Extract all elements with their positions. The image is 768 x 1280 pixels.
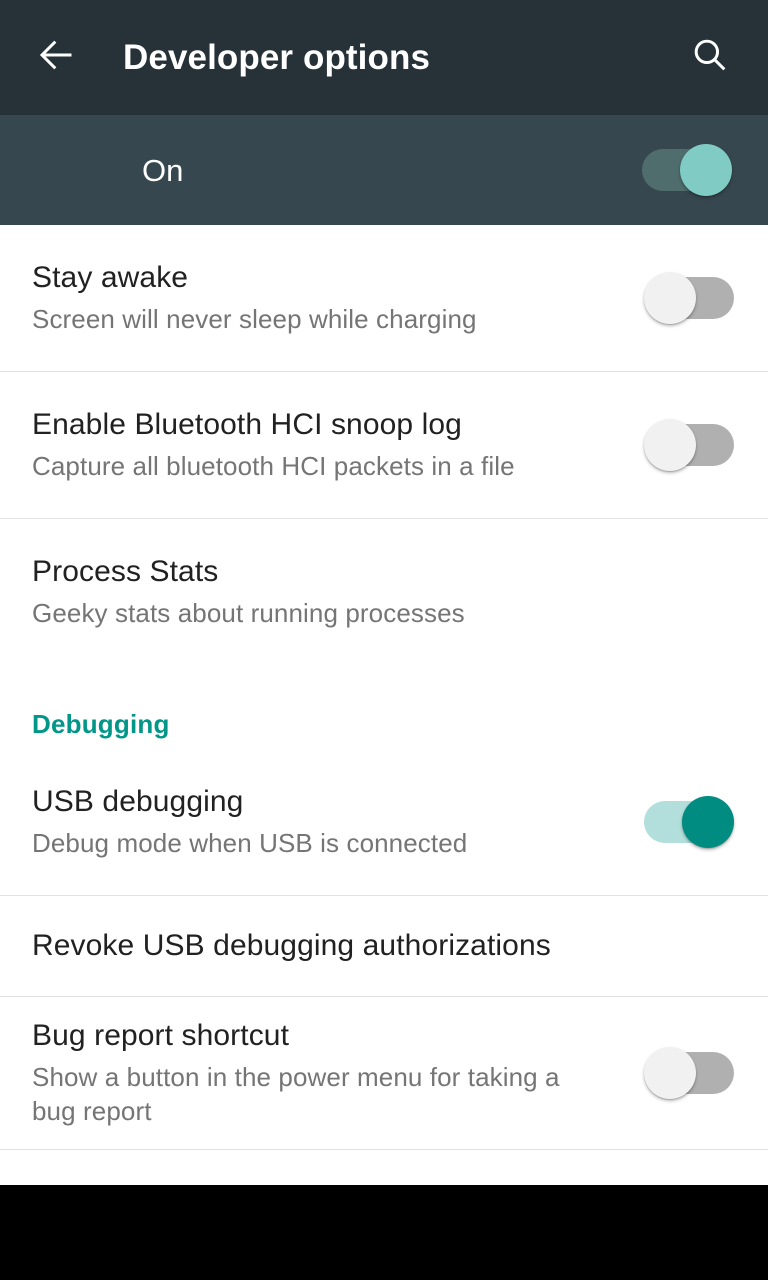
pref-usb-debugging[interactable]: USB debugging Debug mode when USB is con…	[0, 749, 768, 895]
switch-thumb	[644, 419, 696, 471]
pref-text: Stay awake Screen will never sleep while…	[32, 260, 622, 336]
pref-title: Stay awake	[32, 261, 189, 294]
master-switch-label: On	[142, 152, 184, 188]
pref-text: Enable Bluetooth HCI snoop log Capture a…	[32, 407, 622, 483]
back-button[interactable]	[21, 23, 91, 93]
pref-widget[interactable]	[622, 1047, 734, 1099]
pref-widget[interactable]	[622, 419, 734, 471]
pref-process-stats[interactable]: Process Stats Geeky stats about running …	[0, 519, 768, 665]
pref-text: Revoke USB debugging authorizations	[32, 928, 734, 964]
master-switch-toggle[interactable]	[642, 144, 732, 196]
search-button[interactable]	[674, 22, 746, 94]
pref-stay-awake[interactable]: Stay awake Screen will never sleep while…	[0, 225, 768, 371]
switch-thumb	[682, 796, 734, 848]
pref-title: Process Stats	[32, 555, 219, 588]
switch-off[interactable]	[644, 272, 734, 324]
pref-summary: Capture all bluetooth HCI packets in a f…	[32, 451, 515, 481]
section-header-label: Debugging	[32, 709, 170, 739]
system-navigation-bar	[0, 1185, 768, 1280]
preference-list: Stay awake Screen will never sleep while…	[0, 225, 768, 1150]
switch-on[interactable]	[644, 796, 734, 848]
pref-bug-report-shortcut[interactable]: Bug report shortcut Show a button in the…	[0, 997, 768, 1149]
pref-text: Bug report shortcut Show a button in the…	[32, 1018, 622, 1128]
switch-thumb	[644, 1047, 696, 1099]
pref-title: USB debugging	[32, 785, 244, 818]
search-icon	[689, 34, 731, 81]
pref-summary: Show a button in the power menu for taki…	[32, 1062, 560, 1126]
pref-revoke-usb-debugging-authorizations[interactable]: Revoke USB debugging authorizations	[0, 896, 768, 996]
pref-summary: Geeky stats about running processes	[32, 598, 465, 628]
switch-off[interactable]	[644, 419, 734, 471]
pref-text: USB debugging Debug mode when USB is con…	[32, 784, 622, 860]
pref-title: Enable Bluetooth HCI snoop log	[32, 408, 462, 441]
page-title: Developer options	[123, 38, 431, 77]
pref-widget[interactable]	[622, 272, 734, 324]
divider	[0, 1149, 768, 1150]
app-bar: Developer options	[0, 0, 768, 115]
pref-summary: Screen will never sleep while charging	[32, 304, 477, 334]
pref-text: Process Stats Geeky stats about running …	[32, 554, 734, 630]
pref-summary: Debug mode when USB is connected	[32, 828, 468, 858]
pref-title: Bug report shortcut	[32, 1019, 290, 1052]
section-header-debugging: Debugging	[0, 665, 768, 749]
pref-title: Revoke USB debugging authorizations	[32, 929, 551, 962]
arrow-left-icon	[35, 34, 77, 81]
switch-thumb	[644, 272, 696, 324]
switch-on[interactable]	[642, 144, 732, 196]
pref-bluetooth-hci-snoop-log[interactable]: Enable Bluetooth HCI snoop log Capture a…	[0, 372, 768, 518]
developer-options-screen: Developer options On Stay awake Screen w…	[0, 0, 768, 1280]
switch-off[interactable]	[644, 1047, 734, 1099]
master-switch-row[interactable]: On	[0, 115, 768, 225]
pref-widget[interactable]	[622, 796, 734, 848]
switch-thumb	[680, 144, 732, 196]
